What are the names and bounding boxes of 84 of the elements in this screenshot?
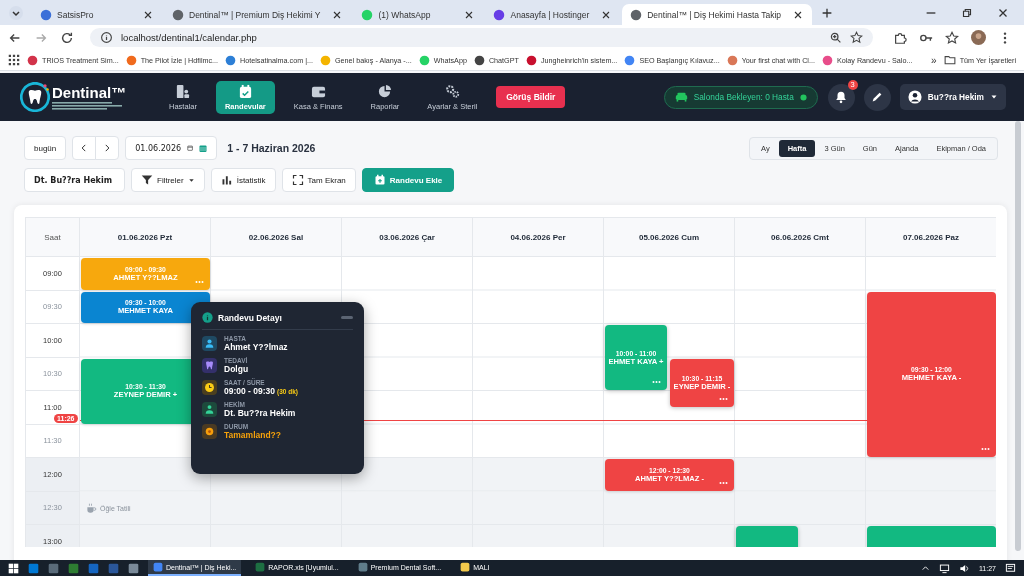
tab-list-icon[interactable] [8,4,24,21]
scrollbar[interactable] [1015,121,1021,551]
browser-tab[interactable]: Dentinal™ | Premium Diş Hekimi Y [164,4,352,25]
pie-chart-icon [377,83,393,99]
tab-title: Anasayfa | Hostinger [510,9,590,20]
caret-icon [187,176,195,184]
folder-icon [943,54,956,66]
calendar-plus-icon [373,174,386,186]
coffee-cup-icon [86,502,97,514]
tagline-lines-drawing [52,101,124,110]
tab-title: Dentinal™ | Diş Hekimi Hasta Takip [647,9,782,20]
caret-icon [990,93,998,101]
notification-icon[interactable] [1005,562,1016,574]
today-button[interactable]: bugün [24,136,67,160]
user-avatar-icon [907,90,922,104]
calendar-icon [187,143,194,153]
browser-tab[interactable]: SatsisPro [32,4,162,25]
filters-button[interactable]: Filtreler [131,168,205,192]
logo-text: Dentinal™ [52,84,127,101]
more-icon[interactable] [981,447,990,451]
field-value: Dt. Bu??ra Hekim [224,408,296,418]
extensions-icon[interactable] [893,30,907,45]
column-header: 03.06.2026 Çar [342,217,473,257]
avatar-icon[interactable] [971,30,986,45]
app-icon[interactable] [128,562,139,574]
gears-icon [444,83,460,99]
windows-start-icon[interactable] [8,562,19,574]
column-header: 07.06.2026 Paz [866,217,996,257]
person-badge-icon [202,336,217,351]
app-icon[interactable] [28,562,39,574]
zoom-icon[interactable] [829,31,842,44]
column-header: 02.06.2026 Sal [211,217,342,257]
status-badge-icon [202,424,217,439]
tab-title: (1) WhatsApp [378,9,432,20]
edit-button[interactable] [863,83,891,111]
bar-chart-icon [220,174,233,186]
info-icon [100,31,113,44]
tooth-badge-icon [202,358,217,373]
feedback-button[interactable]: Görüş Bildir [496,86,566,108]
apps-icon[interactable] [8,54,20,66]
tooth-logo-icon [20,82,50,112]
field-value: Ahmet Y??lmaz [224,342,288,352]
network-icon[interactable] [939,562,950,574]
column-header: Saat [26,217,80,257]
column-header: 06.06.2026 Cmt [735,217,866,257]
filter-icon [141,174,153,186]
waiting-patients-badge: Salonda Bekleyen: 0 Hasta [663,85,818,109]
user-menu-button[interactable]: Bu??ra Hekim [899,84,1006,110]
column-header: 04.06.2026 Per [473,217,604,257]
column-header: 05.06.2026 Cum [604,217,735,257]
app-icon[interactable] [68,562,79,574]
clock-badge-icon [202,380,217,395]
doctor-select[interactable]: Dt. Bu??ra Hekim [24,168,125,192]
more-icon[interactable] [719,480,728,485]
bookmark-star-icon[interactable] [850,31,863,44]
more-bookmarks-button[interactable]: » [931,54,937,66]
chevron-up-icon[interactable] [921,563,930,573]
browser-tab[interactable]: Dentinal™ | Diş Hekimi Hasta Takip [622,4,813,25]
browser-tab[interactable]: Anasayfa | Hostinger [485,4,621,25]
tab-title: Dentinal™ | Premium Diş Hekimi Y [189,9,321,20]
statistics-button[interactable]: İstatistik [210,168,276,192]
sofa-icon [674,90,688,104]
expand-icon [291,174,304,186]
popup-title: Randevu Detayı [218,312,282,323]
date-field[interactable]: 01.06.2026 [125,136,218,160]
star-icon[interactable] [945,30,959,45]
fullscreen-button[interactable]: Tam Ekran [281,168,356,192]
app-icon[interactable] [48,562,59,574]
field-value: 09:00 - 09:30 [224,386,276,396]
tab-title: SatsisPro [57,9,95,20]
browser-tab[interactable]: (1) WhatsApp [353,4,484,25]
field-value: Tamamland?? [224,430,281,440]
doctor-badge-icon [202,402,217,417]
app-icon[interactable] [88,562,99,574]
status-dot-icon [799,93,807,101]
calendar-check-icon [237,83,253,99]
column-header: 01.06.2026 Pzt [80,217,211,257]
reload-icon[interactable] [60,30,74,45]
date-range-title: 1 - 7 Haziran 2026 [227,142,316,154]
field-value: Dolgu [224,364,249,374]
id-card-icon [175,83,191,99]
more-icon[interactable] [719,396,728,401]
address-field[interactable]: localhost/dentinal1/calendar.php [90,28,873,47]
info-icon [202,312,213,323]
